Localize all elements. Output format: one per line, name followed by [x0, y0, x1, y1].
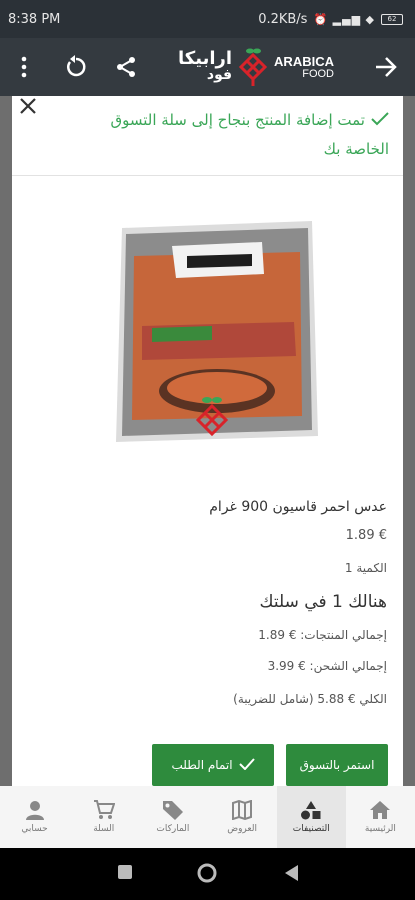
- nav-item-account[interactable]: حسابي: [0, 786, 69, 848]
- app-logo: ارابيكا فود ARABICA FOOD: [178, 44, 348, 90]
- tag-icon: [162, 801, 183, 820]
- nav-item-brands[interactable]: الماركات: [138, 786, 207, 848]
- system-navigation-bar: [0, 848, 415, 900]
- status-time: 8:38 PM: [8, 11, 61, 27]
- success-banner: تمت إضافة المنتج بنجاح إلى سلة التسوق ال…: [12, 96, 403, 176]
- close-icon[interactable]: [18, 96, 44, 122]
- user-icon: [25, 801, 44, 820]
- nav-item-offers[interactable]: العروض: [207, 786, 276, 848]
- share-icon[interactable]: [106, 38, 146, 96]
- signal-icon: ⏰ ▂▄▆ ◆: [313, 12, 375, 26]
- product-image: [112, 216, 324, 448]
- home-system-icon[interactable]: [197, 863, 217, 887]
- forward-arrow-icon[interactable]: [366, 38, 406, 96]
- check-icon: [371, 107, 389, 135]
- back-system-icon[interactable]: [284, 864, 300, 886]
- cart-count-heading: هنالك 1 في سلتك: [259, 592, 387, 612]
- continue-shopping-button[interactable]: استمر بالتسوق: [286, 744, 388, 786]
- app-bar: ارابيكا فود ARABICA FOOD: [0, 38, 415, 96]
- cart-icon: [93, 800, 115, 819]
- check-icon: [238, 757, 255, 773]
- recent-apps-icon[interactable]: [117, 864, 133, 884]
- categories-icon: [301, 801, 321, 820]
- status-indicators: 0.2KB/s ⏰ ▂▄▆ ◆ 62: [258, 12, 403, 27]
- nav-item-home[interactable]: الرئيسية: [346, 786, 415, 848]
- bottom-nav: الرئيسية التصنيفات العروض الماركات السلة…: [0, 786, 415, 848]
- more-menu-icon[interactable]: [4, 38, 44, 96]
- map-icon: [232, 800, 253, 820]
- refresh-icon[interactable]: [56, 38, 96, 96]
- added-to-cart-modal: تمت إضافة المنتج بنجاح إلى سلة التسوق ال…: [12, 96, 403, 786]
- logo-english: ARABICA FOOD: [274, 53, 334, 80]
- nav-item-cart[interactable]: السلة: [69, 786, 138, 848]
- network-speed: 0.2KB/s: [258, 11, 308, 27]
- grand-total: الكلي € 5.88 (شامل للضريبة): [233, 692, 387, 706]
- nav-item-categories[interactable]: التصنيفات: [276, 786, 346, 848]
- battery-icon: 62: [381, 13, 403, 25]
- checkout-button[interactable]: اتمام الطلب: [152, 744, 274, 786]
- status-bar: 8:38 PM 0.2KB/s ⏰ ▂▄▆ ◆ 62: [0, 0, 415, 38]
- shipping-total: إجمالي الشحن: € 3.99: [267, 659, 387, 673]
- home-icon: [370, 801, 391, 819]
- product-price: € 1.89: [345, 528, 387, 543]
- products-subtotal: إجمالي المنتجات: € 1.89: [258, 628, 387, 642]
- logo-arabic: ارابيكا فود: [178, 48, 233, 84]
- product-quantity: الكمية 1: [344, 561, 387, 575]
- product-name: عدس احمر قاسيون 900 غرام: [209, 499, 387, 515]
- success-message: تمت إضافة المنتج بنجاح إلى سلة التسوق ال…: [89, 106, 389, 163]
- logo-knot-icon: [238, 48, 268, 86]
